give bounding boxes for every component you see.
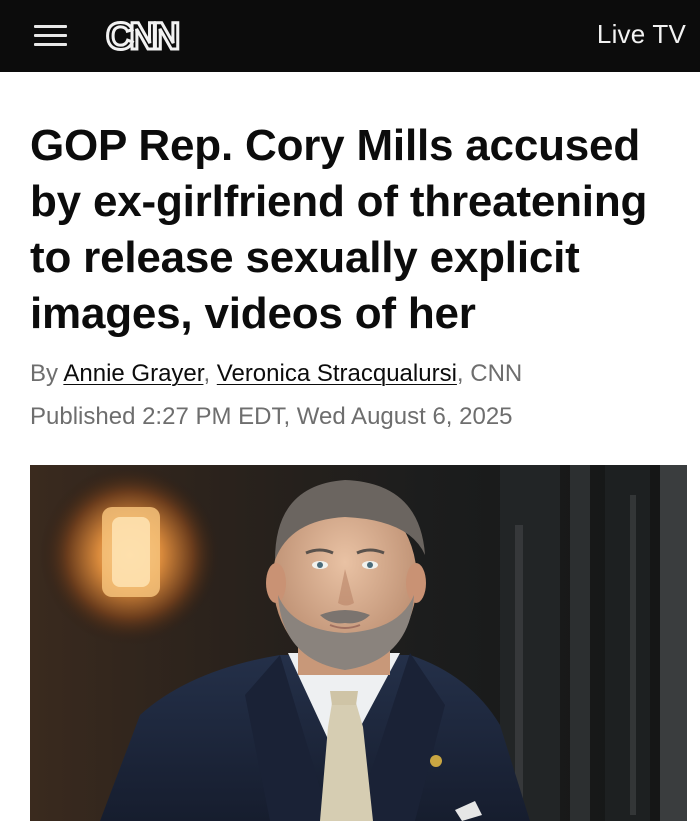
author-link-annie-grayer[interactable]: Annie Grayer (63, 360, 203, 387)
byline-separator: , (203, 360, 217, 387)
top-nav-bar: CNN Live TV (0, 0, 700, 72)
hero-image[interactable] (30, 465, 687, 821)
byline-prefix: By (30, 360, 64, 387)
hero-photo-portrait (30, 465, 687, 821)
byline: By Annie Grayer, Veronica Stracqualursi,… (30, 359, 680, 389)
author-link-veronica-stracqualursi[interactable]: Veronica Stracqualursi (217, 360, 457, 387)
live-tv-link[interactable]: Live TV (597, 19, 686, 50)
byline-suffix: , CNN (456, 360, 523, 387)
hamburger-menu-icon[interactable] (34, 22, 70, 52)
published-timestamp: Published 2:27 PM EDT, Wed August 6, 202… (30, 403, 513, 430)
cnn-logo[interactable]: CNN (104, 14, 194, 57)
article-headline: GOP Rep. Cory Mills accused by ex-girlfr… (30, 121, 648, 338)
logo-text: CNN (106, 16, 178, 56)
